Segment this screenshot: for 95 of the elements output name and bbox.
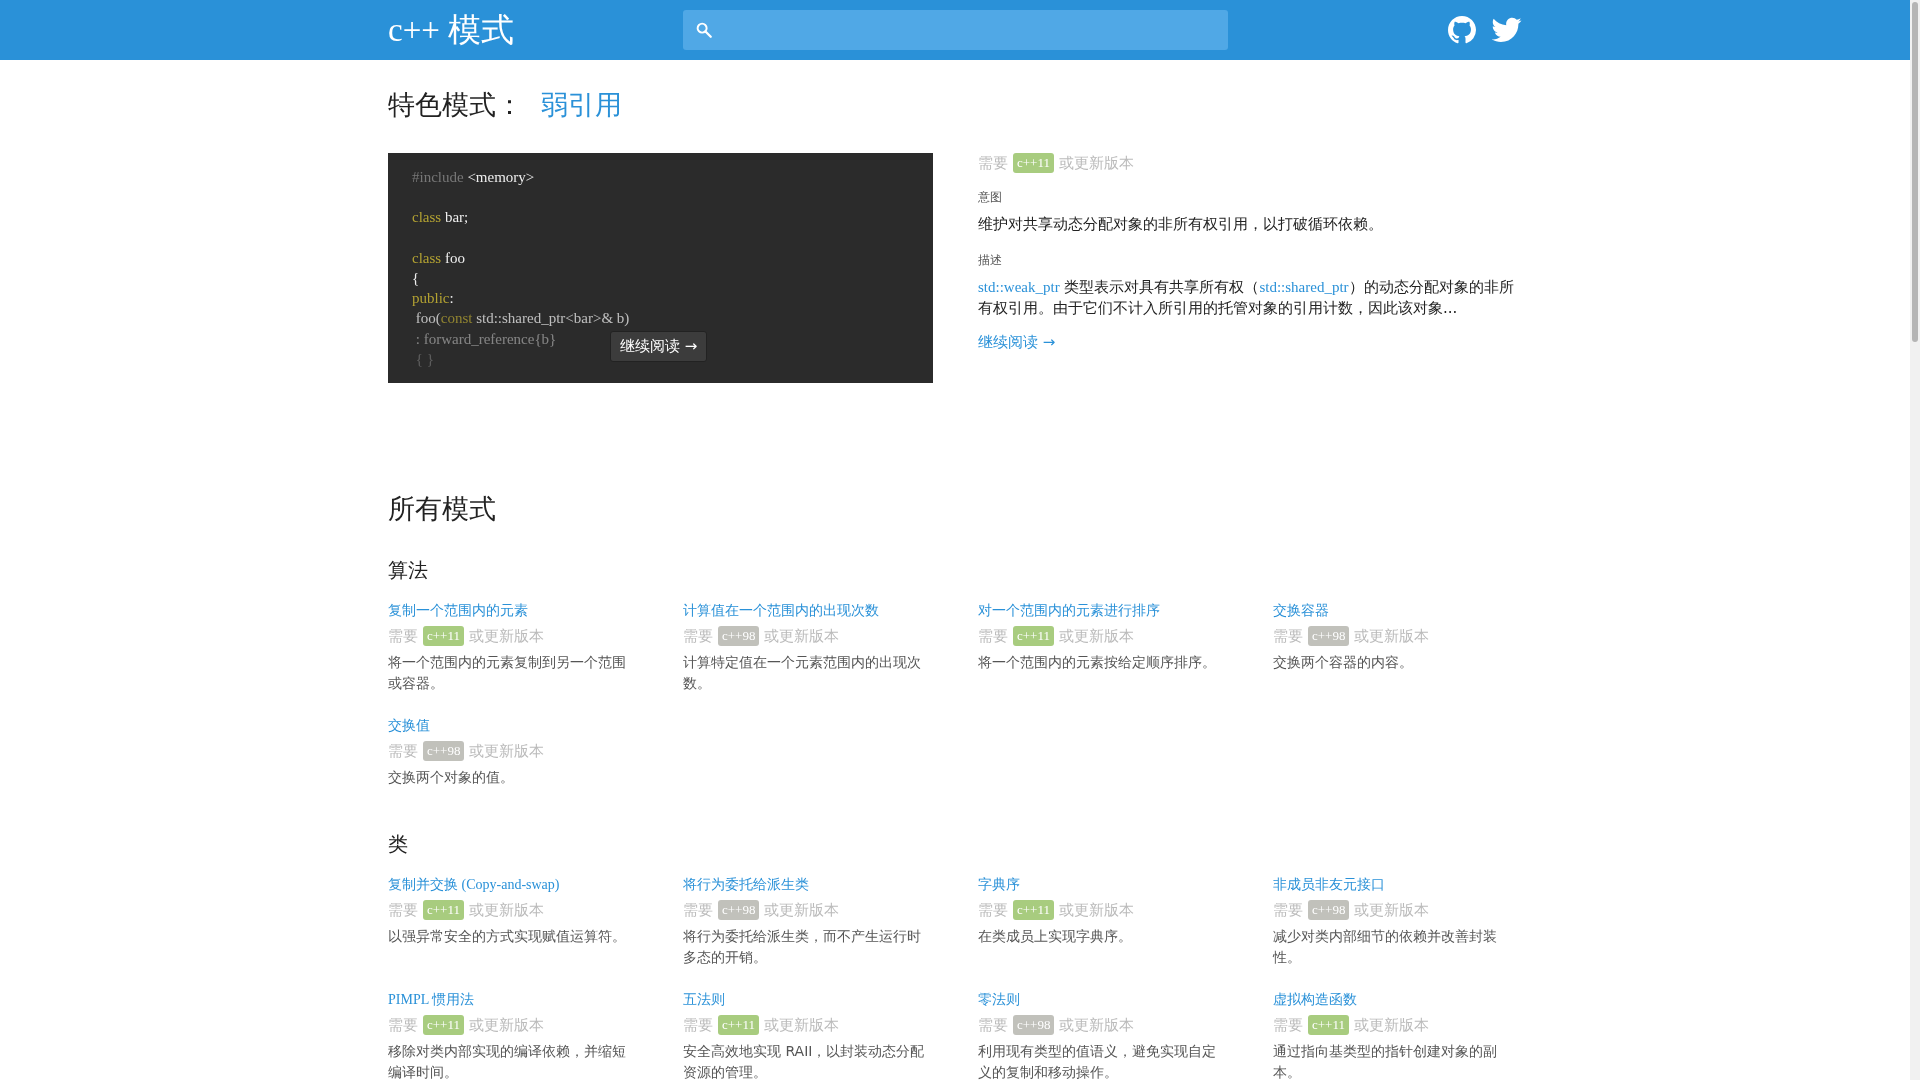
featured-title[interactable]: 弱引用 (541, 87, 622, 123)
requirement-label: 或更新版本 (1354, 626, 1430, 646)
requirement-label: 需要 (1273, 900, 1303, 920)
version-tag: c++11 (718, 1015, 759, 1035)
description-text: std::weak_ptr 类型表示对具有共享所有权（std::shared_ptr）的动态分配对象的非所有权引用。由于它们不计入所引用的托管对象的引用计数，因此该对象... (978, 277, 1515, 319)
code-line: { } (414, 349, 434, 369)
search-field[interactable] (683, 10, 1228, 50)
pattern-description: 将一个范围内的元素复制到另一个范围或容器。 (388, 653, 627, 693)
read-more-button[interactable]: 继续阅读 → (610, 331, 708, 362)
pattern-link[interactable]: 将行为委托给派生类 (683, 876, 809, 894)
pattern-link[interactable]: 零法则 (978, 991, 1020, 1009)
pattern-description: 利用现有类型的值语义，避免实现自定义的复制和移动操作。 (978, 1042, 1217, 1080)
pattern-link[interactable]: 计算值在一个范围内的出现次数 (683, 602, 879, 620)
pattern-link[interactable]: 对一个范围内的元素进行排序 (978, 602, 1160, 620)
pattern-link[interactable]: 非成员非友元接口 (1273, 876, 1385, 894)
pattern-description: 在类成员上实现字典序。 (978, 927, 1133, 946)
pattern-link[interactable]: 五法则 (683, 991, 725, 1009)
pattern-description: 移除对类内部实现的编译依赖，并缩短编译时间。 (388, 1042, 627, 1080)
code-line: #include <memory> (412, 168, 535, 187)
version-tag: c++98 (1308, 900, 1350, 920)
version-tag: c++11 (1308, 1015, 1349, 1035)
pattern-description: 交换两个对象的值。 (388, 768, 515, 787)
pattern-description: 减少对类内部细节的依赖并改善封装性。 (1273, 927, 1498, 967)
requirement-label: 或更新版本 (469, 741, 545, 761)
version-tag: c++11 (1013, 900, 1054, 920)
pattern-description: 以强异常安全的方式实现赋值运算符。 (388, 927, 627, 946)
code-line: class bar; (412, 208, 469, 228)
requirement-label: 或更新版本 (468, 900, 544, 920)
requirement-label: 需要 (388, 1015, 418, 1035)
requirement-label: 需要 (978, 626, 1008, 646)
code-line: foo(const std::shared_ptr<bar>& b) (414, 309, 630, 329)
requirement-label: 需要 (388, 741, 418, 761)
pattern-link[interactable]: 交换值 (388, 717, 430, 735)
type-link[interactable]: std::weak_ptr (978, 279, 1060, 295)
pattern-link[interactable]: 字典序 (978, 876, 1020, 894)
github-icon[interactable] (1448, 16, 1476, 44)
requirement-label: 或更新版本 (1059, 1015, 1135, 1035)
version-tag: c++11 (423, 1015, 464, 1035)
requirement-label: 或更新版本 (1354, 900, 1430, 920)
field-label: 意图 (978, 189, 1002, 206)
requirement-label: 或更新版本 (468, 1015, 544, 1035)
code-line: : forward_reference{b} (414, 329, 557, 349)
category-heading: 算法 (388, 557, 428, 584)
requirement-label: 需要 (1273, 626, 1303, 646)
site-logo[interactable]: c++ 模式 (388, 7, 683, 53)
requirement-label: 需要 (388, 626, 418, 646)
requirement-label: 或更新版本 (764, 626, 840, 646)
version-tag: c++98 (718, 900, 760, 920)
pattern-link[interactable]: 复制并交换 (Copy-and-swap) (388, 876, 560, 894)
version-tag: c++98 (1013, 1015, 1055, 1035)
requirement-label: 需要 (978, 153, 1008, 173)
pattern-description: 将行为委托给派生类，而不产生运行时多态的开销。 (683, 927, 922, 967)
field-label: 描述 (978, 252, 1002, 269)
pattern-link[interactable]: 复制一个范围内的元素 (388, 602, 528, 620)
requirement-label: 或更新版本 (1353, 1015, 1429, 1035)
requirement-label: 需要 (388, 900, 418, 920)
version-tag: c++11 (423, 626, 464, 646)
pattern-description: 交换两个容器的内容。 (1273, 653, 1414, 672)
requirement-label: 或更新版本 (1058, 153, 1134, 173)
pattern-description: 计算特定值在一个元素范围内的出现次数。 (683, 653, 922, 693)
category-heading: 类 (388, 831, 408, 858)
version-tag: c++11 (1013, 153, 1054, 173)
code-line: { (412, 269, 420, 288)
requirement-label: 需要 (683, 626, 713, 646)
requirement-label: 需要 (978, 900, 1008, 920)
requirement-label: 或更新版本 (1058, 626, 1134, 646)
requirement-label: 需要 (1273, 1015, 1303, 1035)
requirement-label: 或更新版本 (1058, 900, 1134, 920)
section-label: 特色模式： (388, 88, 523, 122)
requirement-label: 需要 (978, 1015, 1008, 1035)
requirement-label: 需要 (683, 1015, 713, 1035)
version-tag: c++98 (423, 741, 465, 761)
requirement-label: 或更新版本 (468, 626, 544, 646)
read-more-link[interactable]: 继续阅读 → (978, 333, 1056, 352)
type-link[interactable]: std::shared_ptr (1259, 279, 1349, 295)
pattern-link[interactable]: PIMPL 惯用法 (388, 991, 475, 1009)
search-icon (695, 21, 713, 39)
code-line: public: (412, 289, 454, 309)
pattern-link[interactable]: 交换容器 (1273, 602, 1329, 620)
requirement-label: 需要 (683, 900, 713, 920)
version-tag: c++98 (718, 626, 760, 646)
scrollbar[interactable] (1910, 0, 1920, 1080)
code-line: class foo (412, 248, 465, 268)
pattern-link[interactable]: 虚拟构造函数 (1273, 991, 1357, 1009)
requirement-label: 或更新版本 (763, 1015, 839, 1035)
pattern-description: 安全高效地实现 RAII，以封装动态分配资源的管理。 (683, 1042, 926, 1080)
requirement-label: 或更新版本 (764, 900, 840, 920)
version-tag: c++11 (1013, 626, 1054, 646)
intent-text: 维护对共享动态分配对象的非所有权引用，以打破循环依赖。 (978, 214, 1384, 235)
pattern-description: 通过指向基类型的指针创建对象的副本。 (1273, 1042, 1498, 1080)
page-heading: 所有模式 (388, 492, 496, 526)
pattern-description: 将一个范围内的元素按给定顺序排序。 (978, 653, 1217, 672)
version-tag: c++11 (423, 900, 464, 920)
version-tag: c++98 (1308, 626, 1350, 646)
bird-icon[interactable] (1492, 17, 1522, 43)
